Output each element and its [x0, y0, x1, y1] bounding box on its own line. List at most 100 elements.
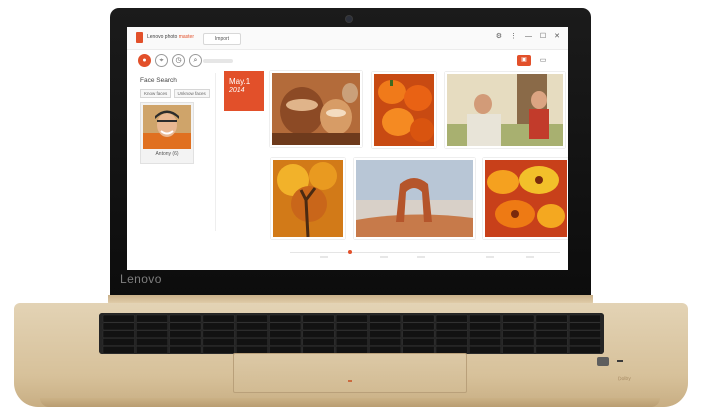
keyboard-key [469, 330, 501, 339]
keyboard-key [502, 346, 535, 354]
person-count: (6) [172, 151, 179, 157]
screen: Lenovo photo master Import ⚙ ⋮ — ☐ ✕ ● ⌖… [127, 27, 568, 270]
keyboard-key [502, 314, 535, 323]
keyboard-key [102, 346, 135, 354]
maximize-icon[interactable]: ☐ [540, 33, 546, 40]
keyboard-key [169, 322, 202, 331]
clock-icon[interactable]: ◷ [172, 54, 185, 67]
keyboard-key [369, 338, 402, 346]
keyboard-keys [102, 314, 601, 354]
pottery-image [272, 73, 360, 145]
date-tile: May.1 2014 [224, 71, 264, 111]
keyboard-key [202, 330, 235, 339]
keyboard-key [569, 346, 601, 354]
tab-unknown-faces[interactable]: Unknow faces [173, 89, 210, 98]
more-icon[interactable]: ⋮ [510, 33, 517, 40]
face-search-panel: Face Search Know faces Unknow faces Anto… [135, 73, 216, 231]
keyboard-key [335, 338, 368, 346]
keyboard-key [335, 322, 368, 331]
keyboard-key [569, 338, 601, 346]
person-icon[interactable]: ● [138, 54, 151, 67]
father-son-photo[interactable] [445, 72, 565, 148]
settings-icon[interactable]: ⚙ [496, 33, 502, 40]
keyboard-key [469, 314, 501, 323]
laptop: Lenovo Lenovo photo master Import ⚙ ⋮ — … [0, 0, 701, 420]
keyboard-key [169, 346, 202, 354]
search-icon[interactable]: ⌕ [189, 54, 202, 67]
zoom-slider[interactable] [203, 59, 233, 63]
webcam-icon [346, 16, 352, 22]
keyboard-key [235, 322, 268, 331]
timeline-tick [486, 256, 494, 258]
dolby-badge: Dolby [617, 375, 631, 383]
pottery-photo[interactable] [270, 71, 362, 147]
timeline-tick [526, 256, 534, 258]
app-title-accent: master [178, 34, 194, 40]
timeline-tick [320, 256, 328, 258]
touchpad-led [348, 380, 352, 382]
keyboard-key [202, 314, 235, 323]
keyboard-key [469, 338, 501, 346]
date-day: May.1 [229, 77, 251, 86]
keyboard-key [535, 330, 568, 339]
keyboard-key [169, 314, 202, 323]
import-button[interactable]: Import [203, 33, 241, 45]
keyboard-key [502, 330, 535, 339]
keyboard-key [469, 346, 501, 354]
keyboard-key [235, 338, 268, 346]
peppers-photo[interactable] [372, 72, 436, 148]
keyboard-key [469, 322, 501, 331]
keyboard-key [569, 314, 601, 323]
folder-view-icon[interactable]: ▭ [537, 55, 549, 66]
close-icon[interactable]: ✕ [554, 33, 560, 40]
date-year: 2014 [229, 87, 245, 94]
face-card[interactable]: Antony (6) [140, 102, 194, 164]
location-icon[interactable]: ⌖ [155, 54, 168, 67]
app-title-prefix: Lenovo photo [147, 34, 178, 40]
keyboard-key [435, 322, 468, 331]
fingerprint-icon [597, 357, 609, 366]
keyboard-key [136, 322, 168, 331]
keyboard-key [335, 314, 368, 323]
keyboard-key [302, 314, 335, 323]
keyboard-key [535, 338, 568, 346]
keyboard-key [269, 322, 302, 331]
peppers-image [374, 74, 434, 146]
keyboard-key [169, 338, 202, 346]
timeline-tick [417, 256, 425, 258]
photo-view-icon[interactable]: ▣ [517, 55, 531, 66]
keyboard-key [102, 322, 135, 331]
keyboard-key [369, 322, 402, 331]
tab-known-faces[interactable]: Know faces [140, 89, 172, 98]
autumn-tree-image [273, 160, 343, 237]
keyboard-key [402, 338, 435, 346]
app-title: Lenovo photo master [147, 34, 194, 40]
autumn-tree-photo[interactable] [271, 158, 345, 239]
keyboard-key [102, 314, 135, 323]
keyboard-key [302, 338, 335, 346]
timeline-marker[interactable] [348, 250, 352, 254]
orange-flowers-photo[interactable] [483, 158, 568, 239]
bezel-brand-logo: Lenovo [120, 272, 162, 286]
keyboard-key [502, 322, 535, 331]
touchpad[interactable] [233, 353, 467, 393]
keyboard-key [136, 330, 168, 339]
keyboard-key [235, 330, 268, 339]
keyboard-key [202, 338, 235, 346]
keyboard-key [269, 338, 302, 346]
keyboard-key [569, 330, 601, 339]
keyboard-key [269, 314, 302, 323]
face-search-title: Face Search [140, 77, 177, 84]
keyboard-key [535, 322, 568, 331]
timeline-track[interactable] [290, 252, 560, 253]
keyboard-key [269, 330, 302, 339]
keyboard-key [302, 330, 335, 339]
keyboard-key [535, 314, 568, 323]
father-son-image [447, 74, 563, 146]
minimize-icon[interactable]: — [525, 33, 532, 40]
person-name: Antony [155, 151, 172, 157]
window-controls: ⚙ ⋮ — ☐ ✕ [490, 32, 560, 40]
keyboard-key [136, 338, 168, 346]
face-thumbnail [143, 105, 191, 149]
arch-photo[interactable] [354, 158, 475, 239]
